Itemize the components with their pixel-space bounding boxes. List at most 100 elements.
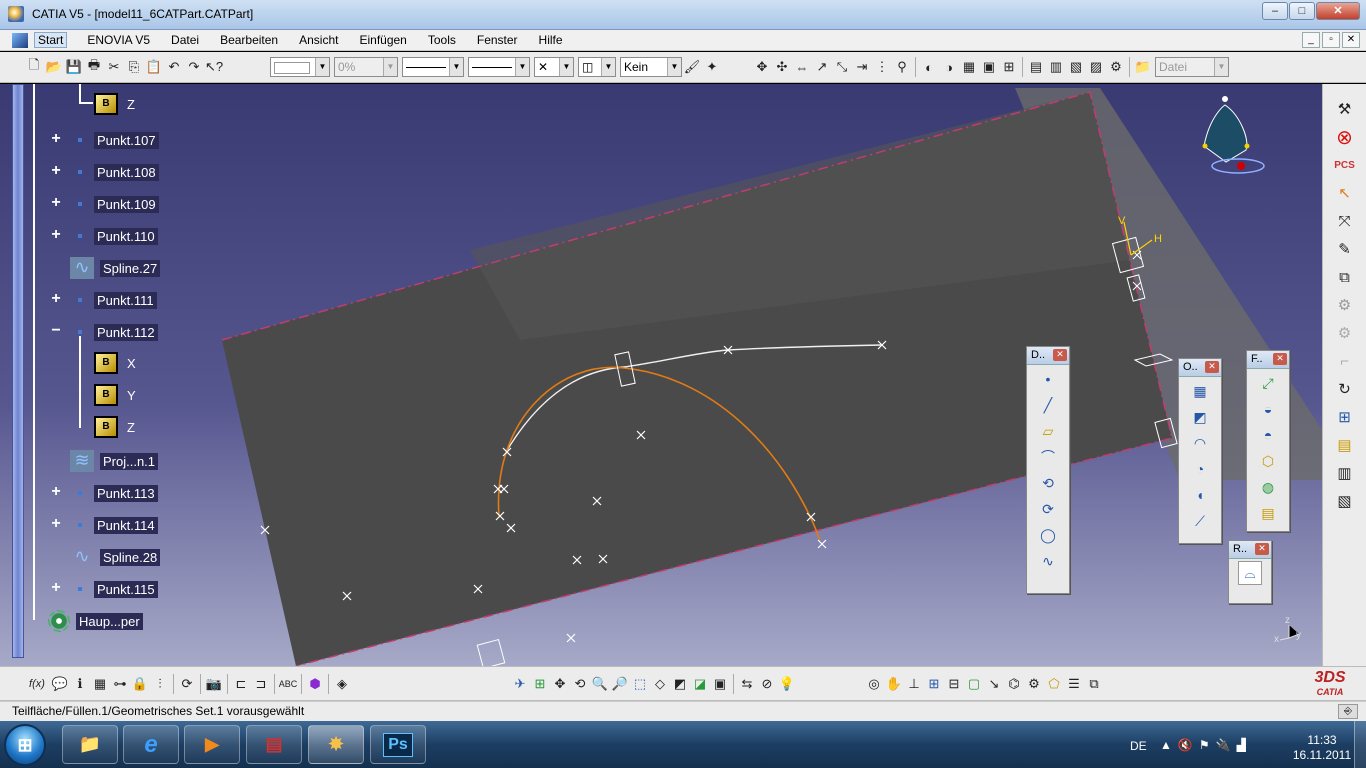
tree-node-point[interactable]: + Punkt.108 bbox=[50, 159, 159, 185]
cut-icon[interactable]: ✂ bbox=[104, 57, 124, 77]
render-icon[interactable]: ◈ bbox=[332, 674, 352, 694]
network-icon[interactable]: ⧉ bbox=[1330, 264, 1360, 290]
palette-header[interactable]: F.. ✕ bbox=[1247, 351, 1289, 369]
axis-icon[interactable]: ⊥ bbox=[904, 674, 924, 694]
print-icon[interactable]: 🖶 bbox=[84, 57, 104, 77]
stop-icon[interactable]: ⊗ bbox=[1330, 124, 1360, 150]
analysis-icon[interactable]: ⌓ bbox=[1238, 561, 1262, 585]
circle-icon[interactable]: ◯ bbox=[1036, 523, 1060, 547]
tree-node-point[interactable]: + Punkt.110 bbox=[50, 223, 158, 249]
knowledge-icon[interactable]: ⚙ bbox=[1106, 57, 1126, 77]
select-icon[interactable]: ↖ bbox=[1330, 180, 1360, 206]
workbench-icon[interactable]: ⚒ bbox=[1330, 96, 1360, 122]
stack-icon[interactable]: ▤ bbox=[1330, 432, 1360, 458]
hand-icon[interactable]: ✋ bbox=[884, 674, 904, 694]
grid-icon[interactable]: ⊞ bbox=[924, 674, 944, 694]
extrude-icon[interactable]: ▦ bbox=[1188, 379, 1212, 403]
lock-icon[interactable]: 🔒 bbox=[130, 674, 150, 694]
stack-icon[interactable]: ⧉ bbox=[1084, 674, 1104, 694]
spiral-icon[interactable]: ◎ bbox=[864, 674, 884, 694]
transparency-combo[interactable]: 0% ▼ bbox=[334, 57, 398, 77]
start-button[interactable]: ⊞ bbox=[4, 724, 46, 766]
close-icon[interactable]: ✕ bbox=[1255, 543, 1269, 555]
capture-icon[interactable]: ▣ bbox=[979, 57, 999, 77]
layer-combo[interactable]: Kein ▼ bbox=[620, 57, 682, 77]
tree-node-spline[interactable]: ∿ Spline.28 bbox=[70, 544, 161, 570]
move-icon[interactable]: ⇔ bbox=[792, 57, 812, 77]
doc-minimize-button[interactable]: _ bbox=[1302, 32, 1320, 48]
reflect-line-icon[interactable]: ⟳ bbox=[1036, 497, 1060, 521]
tree-icon[interactable]: ⊶ bbox=[110, 674, 130, 694]
expand-icon[interactable]: + bbox=[50, 131, 62, 147]
hide-show-icon[interactable]: ◐ bbox=[919, 57, 939, 77]
normal-view-icon[interactable]: ⬚ bbox=[630, 674, 650, 694]
menu-ansicht[interactable]: Ansicht bbox=[299, 33, 338, 47]
texture-icon[interactable]: ▣ bbox=[710, 674, 730, 694]
capture-icon[interactable]: ⬠ bbox=[1044, 674, 1064, 694]
work-on-support-icon[interactable]: ⊟ bbox=[944, 674, 964, 694]
menu-datei[interactable]: Datei bbox=[171, 33, 199, 47]
loft-icon[interactable]: ◒ bbox=[1256, 397, 1280, 421]
point-icon[interactable]: • bbox=[1036, 367, 1060, 391]
minimize-button[interactable]: – bbox=[1262, 2, 1288, 20]
comment-icon[interactable]: 💬 bbox=[50, 674, 70, 694]
parameter-icon[interactable]: ⫶ bbox=[150, 674, 170, 694]
action-center-icon[interactable]: ⚑ bbox=[1199, 738, 1210, 752]
pan-icon[interactable]: ✥ bbox=[752, 57, 772, 77]
expand-icon[interactable]: + bbox=[50, 291, 62, 307]
palette-operations[interactable]: F.. ✕ ⤢ ◒ ◓ ⬡ ◍ ▤ bbox=[1246, 350, 1290, 532]
snap-icon[interactable]: ↗ bbox=[812, 57, 832, 77]
join-icon[interactable]: ↘ bbox=[984, 674, 1004, 694]
cylinder-icon[interactable]: ◔ bbox=[1188, 457, 1212, 481]
clipping-icon[interactable]: ⊞ bbox=[999, 57, 1019, 77]
edge-icon[interactable]: ◪ bbox=[690, 674, 710, 694]
expand-icon[interactable]: + bbox=[50, 516, 62, 532]
fit-all-icon[interactable]: ⊞ bbox=[530, 674, 550, 694]
maximize-button[interactable]: □ bbox=[1289, 2, 1315, 20]
healing-icon[interactable]: ▤ bbox=[1256, 501, 1280, 525]
folder-icon[interactable]: 📁 bbox=[1133, 57, 1153, 77]
edit-icon[interactable]: ✎ bbox=[1330, 236, 1360, 262]
revolve-icon[interactable]: ◩ bbox=[1188, 405, 1212, 429]
sketch-icon[interactable]: ⤧ bbox=[1330, 208, 1360, 234]
tree-node-body[interactable]: Haup...per bbox=[48, 608, 143, 634]
menu-tools[interactable]: Tools bbox=[428, 33, 456, 47]
winrar-taskbar-icon[interactable]: ▤ bbox=[246, 725, 302, 764]
tree-node-point[interactable]: + Punkt.113 bbox=[50, 480, 158, 506]
hide-icon[interactable]: ⊘ bbox=[757, 674, 777, 694]
project-icon[interactable]: ⌒ bbox=[1036, 445, 1060, 469]
repeat-icon[interactable]: ↻ bbox=[1330, 376, 1360, 402]
expand-icon[interactable]: + bbox=[50, 484, 62, 500]
show-hidden-icons-icon[interactable]: ▲ bbox=[1160, 738, 1172, 752]
rotate-icon[interactable]: ⟲ bbox=[570, 674, 590, 694]
command-input-icon[interactable]: ⎆ bbox=[1338, 704, 1358, 719]
knowledge-advisor-icon[interactable]: ⚙ bbox=[1024, 674, 1044, 694]
body-icon[interactable]: ⊏ bbox=[231, 674, 251, 694]
sweep-icon[interactable]: ⟋ bbox=[1188, 509, 1212, 533]
close-icon[interactable]: ✕ bbox=[1205, 361, 1219, 373]
boundary-icon[interactable]: ⌐ bbox=[1330, 348, 1360, 374]
line-thickness-combo[interactable]: ▼ bbox=[402, 57, 464, 77]
table-icon[interactable]: ▨ bbox=[1086, 57, 1106, 77]
filter-combo[interactable]: Datei ▼ bbox=[1155, 57, 1229, 77]
expand-icon[interactable]: + bbox=[50, 163, 62, 179]
close-icon[interactable]: ✕ bbox=[1053, 349, 1067, 361]
spline-icon[interactable]: ∿ bbox=[1036, 549, 1060, 573]
undo-icon[interactable]: ↶ bbox=[164, 57, 184, 77]
catalog-browser-icon[interactable]: ▥ bbox=[1046, 57, 1066, 77]
painter-icon[interactable]: 🖌 bbox=[682, 57, 702, 77]
properties-icon[interactable]: ✦ bbox=[702, 57, 722, 77]
expand-icon[interactable]: + bbox=[50, 580, 62, 596]
color-combo[interactable]: ▼ bbox=[270, 57, 330, 77]
tool-icon[interactable]: ⚙ bbox=[1330, 292, 1360, 318]
list-icon[interactable]: ☰ bbox=[1064, 674, 1084, 694]
doc-restore-button[interactable]: ▫ bbox=[1322, 32, 1340, 48]
volume-mute-icon[interactable]: 🔇 bbox=[1178, 738, 1193, 752]
formula-icon[interactable]: f(x) bbox=[24, 674, 50, 694]
palette-analysis[interactable]: R.. ✕ ⌓ bbox=[1228, 540, 1272, 604]
whats-this-icon[interactable]: ↖? bbox=[204, 57, 224, 77]
apply-material-icon[interactable]: ⬢ bbox=[305, 674, 325, 694]
point-symbol-combo[interactable]: ✕ ▼ bbox=[534, 57, 574, 77]
show-desktop-button[interactable] bbox=[1354, 721, 1366, 768]
swap-visible-icon[interactable]: ◑ bbox=[939, 57, 959, 77]
